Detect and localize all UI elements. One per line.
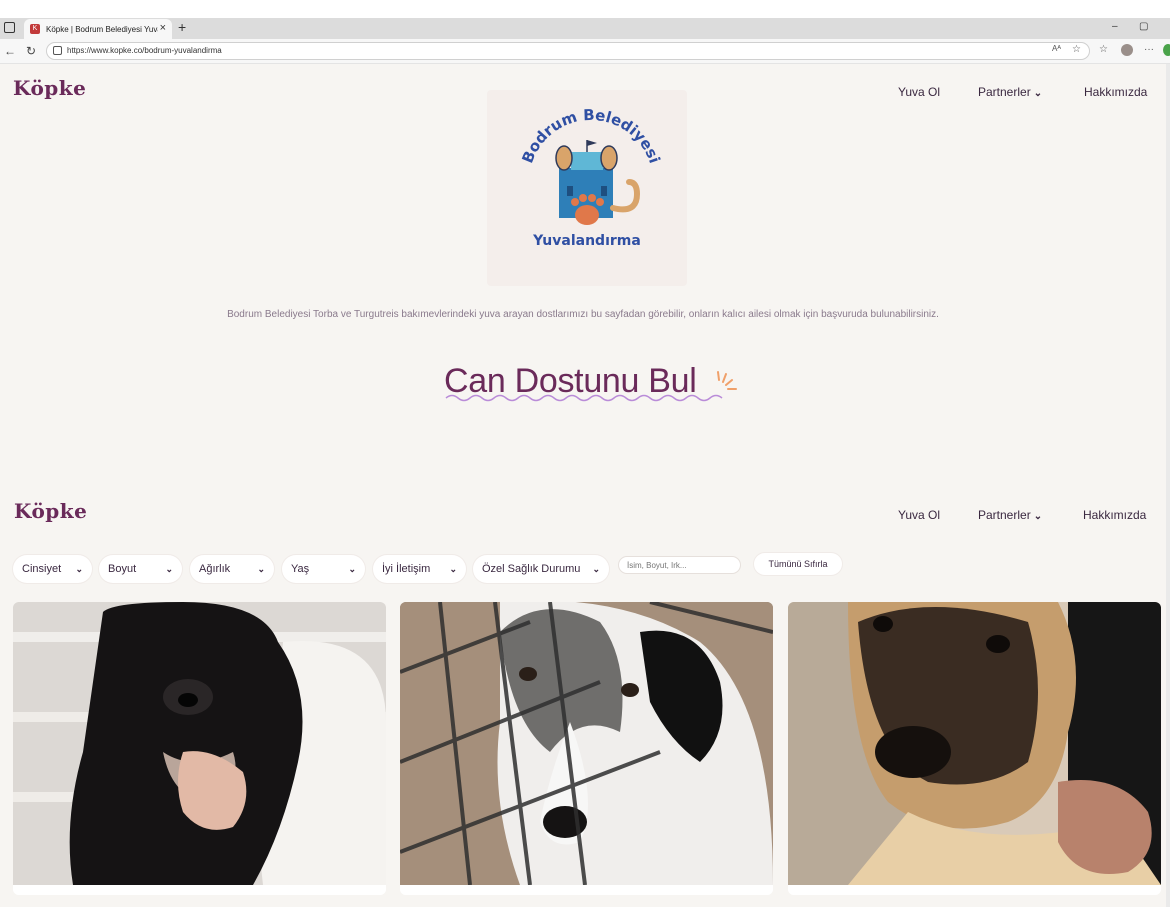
dog-card[interactable] [788,602,1161,895]
intro-text: Bodrum Belediyesi Torba ve Turgutreis ba… [227,309,939,320]
close-tab-icon[interactable]: × [160,22,166,34]
reload-icon[interactable]: ↻ [26,44,36,58]
chevron-down-icon: ⌄ [449,563,457,574]
nav-yuva-ol[interactable]: Yuva Ol [898,85,940,99]
filter-yas[interactable]: Yaş ⌄ [282,555,365,583]
reset-all-button[interactable]: Tümünü Sıfırla [754,553,842,575]
address-bar-row: ← ↻ https://www.kopke.co/bodrum-yuvaland… [0,39,1170,64]
filter-agirlik[interactable]: Ağırlık ⌄ [190,555,274,583]
filter-yas-label: Yaş [291,563,310,575]
nav-hakkimizda[interactable]: Hakkımızda [1084,85,1147,99]
dog-photo-image [788,602,1161,885]
bodrum-logo-image: Bodrum Belediyesi Yuvalandırma [518,106,663,249]
card-footer [788,885,1161,895]
bodrum-logo-card: Bodrum Belediyesi Yuvalandırma [487,90,687,286]
chevron-down-icon: ⌄ [1033,88,1043,99]
chevron-down-icon: ⌄ [1033,511,1043,522]
logo-sub-text: Yuvalandırma [532,233,641,249]
chevron-down-icon: ⌄ [75,563,83,574]
filter-iyi-iletisim-label: İyi İletişim [382,563,431,575]
chevron-down-icon: ⌄ [592,563,600,574]
filter-boyut[interactable]: Boyut ⌄ [99,555,182,583]
search-input[interactable] [618,556,741,574]
favorites-icon[interactable]: ☆ [1099,44,1108,55]
scrollbar[interactable] [1166,64,1170,907]
edge-sidebar-icon[interactable] [1163,44,1170,56]
sticky-nav-partnerler[interactable]: Partnerler ⌄ [978,508,1042,522]
back-icon[interactable]: ← [4,44,16,58]
chevron-down-icon: ⌄ [165,563,173,574]
read-aloud-icon[interactable]: Aᴬ [1052,44,1061,53]
top-band [0,0,1170,18]
sticky-nav-partnerler-label: Partnerler [978,508,1031,522]
more-options-icon[interactable]: ··· [1144,44,1154,55]
minimize-icon[interactable]: – [1112,21,1118,32]
dog-card[interactable] [400,602,773,895]
url-field[interactable]: https://www.kopke.co/bodrum-yuvalandirma [46,42,1090,60]
sticky-nav-yuva-ol[interactable]: Yuva Ol [898,508,940,522]
profile-avatar-icon[interactable] [1121,44,1133,56]
filter-iyi-iletisim[interactable]: İyi İletişim ⌄ [373,555,466,583]
sticky-site-logo[interactable]: Köpke [14,499,87,523]
restore-icon[interactable]: ▢ [1139,21,1148,32]
nav-partnerler-label: Partnerler [978,85,1031,99]
chevron-down-icon: ⌄ [348,563,356,574]
tab-title: Köpke | Bodrum Belediyesi Yuvalandırma [46,24,158,34]
url-text: https://www.kopke.co/bodrum-yuvalandirma [67,46,222,55]
filter-agirlik-label: Ağırlık [199,563,231,575]
card-footer [400,885,773,895]
filter-boyut-label: Boyut [108,563,137,575]
window-menu-icon[interactable] [4,22,15,33]
chevron-down-icon: ⌄ [257,563,265,574]
favicon-icon: K [30,24,40,34]
sparkle-icon [717,371,737,390]
squiggle-underline-icon [445,394,723,402]
card-footer [13,885,386,895]
tab-bar: K Köpke | Bodrum Belediyesi Yuvalandırma… [0,18,1170,39]
filter-cinsiyet[interactable]: Cinsiyet ⌄ [13,555,92,583]
dog-photo-image [400,602,773,885]
new-tab-button[interactable]: + [178,19,186,35]
filter-cinsiyet-label: Cinsiyet [22,563,62,575]
browser-tab[interactable]: K Köpke | Bodrum Belediyesi Yuvalandırma… [24,19,172,39]
dog-card[interactable] [13,602,386,895]
sticky-nav-hakkimizda[interactable]: Hakkımızda [1083,508,1146,522]
nav-partnerler[interactable]: Partnerler ⌄ [978,85,1042,99]
filter-ozel-saglik[interactable]: Özel Sağlık Durumu ⌄ [473,555,609,583]
site-logo[interactable]: Köpke [13,76,86,100]
lock-icon [53,46,62,55]
dog-photo-image [13,602,386,885]
favorite-star-icon[interactable]: ☆ [1072,44,1081,55]
filter-ozel-saglik-label: Özel Sağlık Durumu [482,563,581,575]
